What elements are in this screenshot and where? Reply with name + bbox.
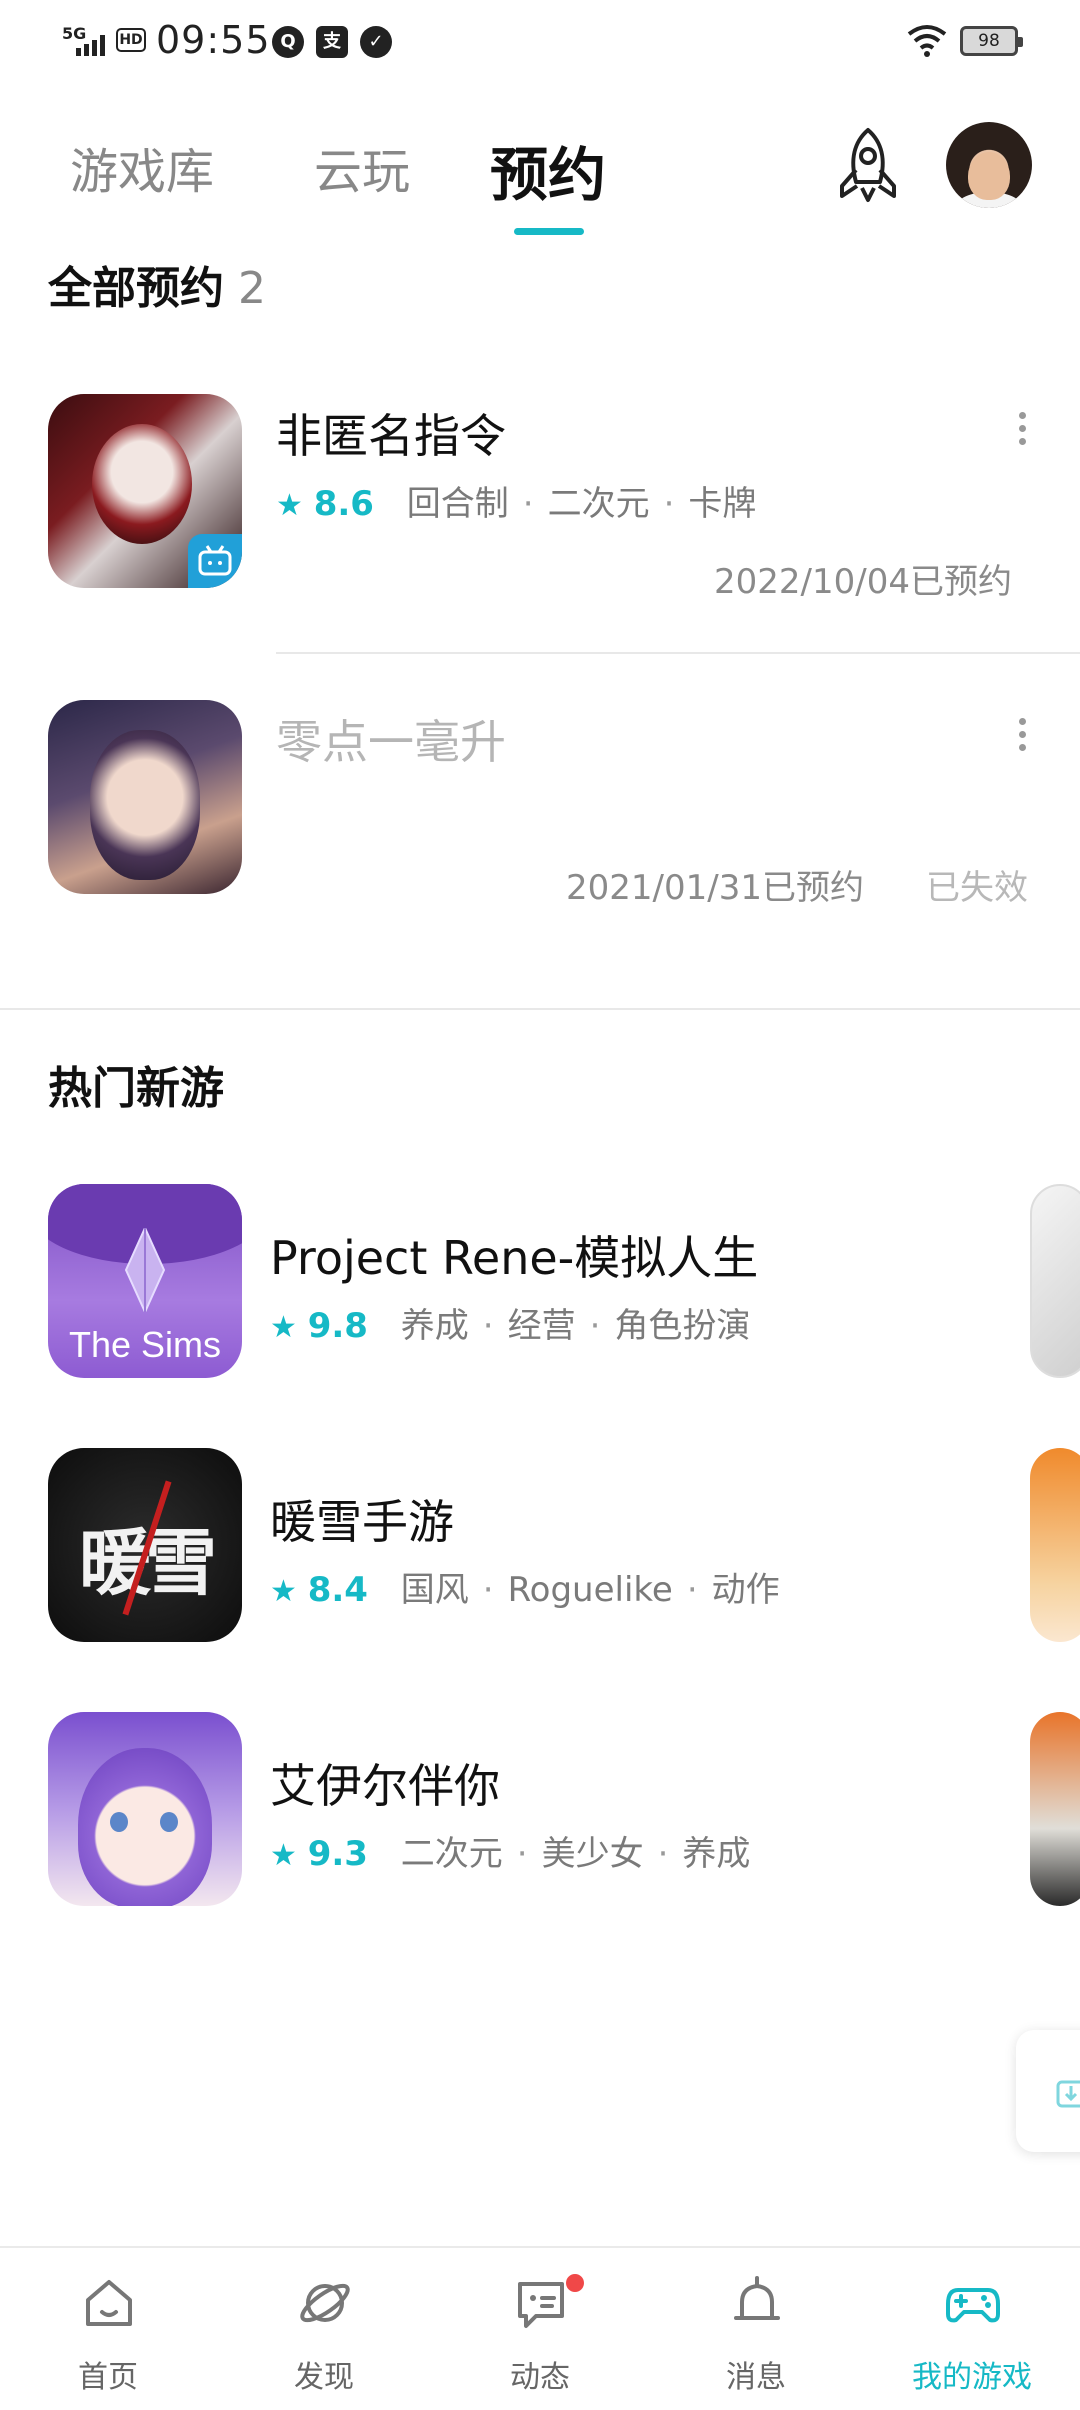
- reservations-header: 全部预约 2: [48, 252, 266, 316]
- game-meta: ★ 8.4 国风 · Roguelike · 动作: [270, 1570, 780, 1610]
- compass-app-icon: ✓: [360, 26, 392, 58]
- bilibili-badge-icon: [188, 534, 242, 588]
- game-name: Project Rene-模拟人生: [270, 1231, 759, 1285]
- bottom-navigation: 首页 发现 动态 消息 我的游戏: [0, 2246, 1080, 2408]
- plumbob-icon: [124, 1228, 166, 1312]
- game-icon: [48, 394, 242, 588]
- game-name: 零点一毫升: [276, 715, 506, 769]
- download-icon: [1056, 2080, 1080, 2108]
- game-tag: 动作: [711, 1570, 780, 1610]
- user-avatar[interactable]: [946, 122, 1032, 208]
- game-name: 艾伊尔伴你: [270, 1759, 500, 1813]
- nav-label: 发现: [294, 2360, 354, 2395]
- game-name: 非匿名指令: [276, 409, 506, 463]
- game-tag: 二次元: [547, 484, 650, 524]
- planet-icon: [300, 2283, 350, 2323]
- clock: 09:55: [156, 18, 271, 62]
- nav-label: 首页: [78, 2360, 138, 2395]
- item-divider: [276, 652, 1080, 654]
- game-rating: 8.4: [307, 1570, 368, 1610]
- game-rating: 9.8: [307, 1306, 368, 1346]
- nav-messages[interactable]: 消息: [648, 2248, 864, 2410]
- game-icon: [48, 700, 242, 894]
- more-options-icon[interactable]: [1010, 412, 1034, 452]
- star-icon: ★: [270, 1310, 297, 1345]
- game-icon: [48, 1712, 242, 1906]
- game-meta: ★ 9.8 养成 · 经营 · 角色扮演: [270, 1306, 751, 1346]
- game-meta: ★ 8.6 回合制 · 二次元 · 卡牌: [276, 484, 757, 524]
- hd-badge: HD: [116, 28, 146, 52]
- nav-label: 消息: [726, 2360, 786, 2395]
- pay-app-icon: 支: [316, 26, 348, 58]
- wifi-icon: [907, 25, 947, 57]
- tab-active-indicator: [514, 228, 584, 235]
- game-tag: 经营: [507, 1306, 576, 1346]
- reservation-date: 2021/01/31已预约: [566, 868, 864, 908]
- battery-indicator: 98: [960, 26, 1023, 56]
- nav-feed[interactable]: 动态: [432, 2248, 648, 2410]
- q-app-icon: Q: [272, 26, 304, 58]
- reservations-count: 2: [238, 263, 266, 314]
- game-rating: 8.6: [313, 484, 374, 524]
- game-tag: 角色扮演: [614, 1306, 751, 1346]
- star-icon: ★: [270, 1838, 297, 1873]
- game-tag: 美少女: [541, 1834, 644, 1874]
- game-tag: 养成: [682, 1834, 751, 1874]
- reservations-title: 全部预约: [48, 263, 224, 314]
- gamepad-icon: [946, 2288, 1000, 2323]
- game-tag: 回合制: [406, 484, 509, 524]
- peek-game-icon[interactable]: [1030, 1448, 1080, 1642]
- reservation-date: 2022/10/04已预约: [714, 562, 1012, 602]
- nav-label: 我的游戏: [912, 2360, 1032, 2395]
- expired-status: 已失效: [926, 868, 1028, 908]
- nav-home[interactable]: 首页: [0, 2248, 216, 2410]
- status-bar: 5G HD 09:55 Q 支 ✓ 98: [0, 0, 1080, 84]
- home-icon: [86, 2280, 132, 2326]
- tab-game-library[interactable]: 游戏库: [70, 132, 214, 202]
- floating-download-widget[interactable]: [1016, 2030, 1080, 2152]
- section-divider: [0, 1008, 1080, 1010]
- more-options-icon[interactable]: [1010, 718, 1034, 758]
- nav-discover[interactable]: 发现: [216, 2248, 432, 2410]
- game-tag: Roguelike: [507, 1570, 673, 1610]
- chat-icon: [518, 2282, 564, 2328]
- peek-game-icon[interactable]: [1030, 1712, 1080, 1906]
- game-tag: 二次元: [400, 1834, 503, 1874]
- game-meta: ★ 9.3 二次元 · 美少女 · 养成: [270, 1834, 751, 1874]
- star-icon: ★: [276, 488, 303, 523]
- bell-icon: [734, 2276, 780, 2320]
- tab-cloud-play[interactable]: 云玩: [314, 132, 410, 202]
- star-icon: ★: [270, 1574, 297, 1609]
- peek-game-icon[interactable]: [1030, 1184, 1080, 1378]
- notification-dot: [564, 2272, 586, 2294]
- hot-new-title: 热门新游: [48, 1063, 224, 1114]
- game-icon: 暖雪: [48, 1448, 242, 1642]
- nav-label: 动态: [510, 2360, 570, 2395]
- game-rating: 9.3: [307, 1834, 368, 1874]
- rocket-icon[interactable]: [830, 126, 906, 206]
- icon-caption: The Sims: [68, 1324, 222, 1365]
- game-tag: 卡牌: [688, 484, 757, 524]
- game-tag: 国风: [400, 1570, 469, 1610]
- game-icon: The Sims: [48, 1184, 242, 1378]
- tab-reservations[interactable]: 预约: [490, 128, 606, 212]
- signal-icon: [76, 35, 105, 56]
- nav-my-games[interactable]: 我的游戏: [864, 2248, 1080, 2410]
- game-tag: 养成: [400, 1306, 469, 1346]
- game-name: 暖雪手游: [270, 1495, 454, 1549]
